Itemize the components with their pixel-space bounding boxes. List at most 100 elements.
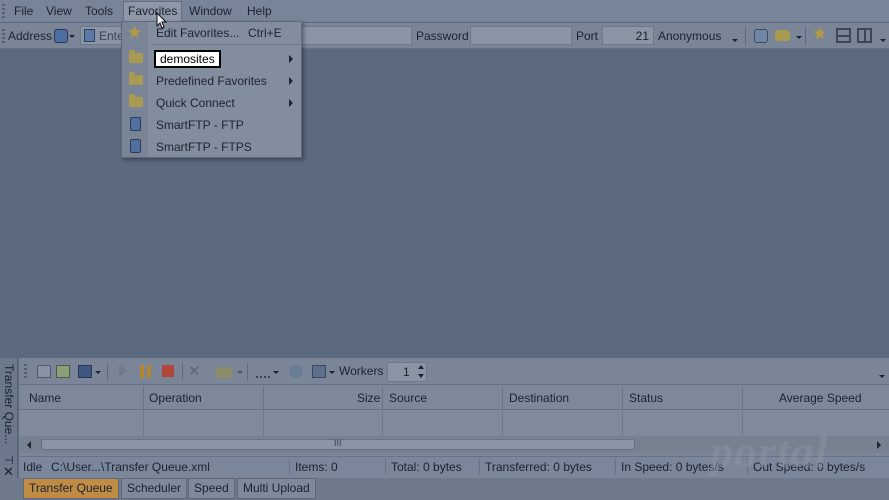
queue-settings-icon[interactable] <box>312 365 326 378</box>
open-folder-icon[interactable] <box>775 30 790 41</box>
tab-scheduler[interactable]: Scheduler <box>121 478 188 499</box>
menu-item-quick-connect[interactable]: Quick Connect <box>122 92 301 114</box>
grid-line <box>382 410 383 436</box>
address-label: Address <box>8 29 53 43</box>
host-placeholder: Ente <box>99 29 124 43</box>
protocol-icon[interactable] <box>54 29 68 43</box>
menu-window[interactable]: Window <box>189 3 232 20</box>
menu-item-smartftp-ftp[interactable]: SmartFTP - FTP <box>122 114 301 136</box>
tab-speed[interactable]: Speed <box>188 478 235 499</box>
chevron-down-icon[interactable] <box>69 35 75 38</box>
stop-icon[interactable] <box>162 365 174 377</box>
toolbar-grip[interactable] <box>24 364 27 378</box>
scroll-left-icon[interactable] <box>27 441 31 449</box>
toolbar-grip[interactable] <box>2 29 5 43</box>
bottom-tab-bar: Transfer Queue Scheduler Speed Multi Upl… <box>0 478 889 500</box>
clear-completed-icon[interactable] <box>256 365 270 378</box>
delete-icon[interactable]: ✕ <box>188 362 201 380</box>
schedule-icon[interactable] <box>289 365 303 378</box>
column-divider[interactable] <box>742 386 743 410</box>
toolbar-divider <box>745 27 746 45</box>
column-size[interactable]: Size <box>357 391 380 405</box>
stepper-down-icon[interactable] <box>418 374 424 378</box>
menu-item-demosites[interactable]: demosites <box>122 48 301 70</box>
folder-icon <box>129 94 143 107</box>
toolbar-divider <box>107 363 108 380</box>
workers-label: Workers <box>339 364 384 378</box>
menu-item-smartftp-ftps[interactable]: SmartFTP - FTPS <box>122 136 301 158</box>
pause-icon[interactable] <box>140 365 151 378</box>
menu-help[interactable]: Help <box>247 3 272 20</box>
ftp-icon <box>130 117 141 131</box>
column-divider[interactable] <box>263 386 264 410</box>
password-input[interactable] <box>470 26 572 45</box>
status-total: Total: 0 bytes <box>391 460 462 474</box>
menu-view[interactable]: View <box>46 3 72 20</box>
toolbar-overflow-icon[interactable] <box>879 375 885 378</box>
save-icon[interactable] <box>78 365 92 378</box>
toolbar-overflow-icon[interactable] <box>732 39 738 42</box>
split-horizontal-icon[interactable] <box>836 28 851 43</box>
menu-item-label: Quick Connect <box>156 96 235 110</box>
column-name[interactable]: Name <box>29 391 61 405</box>
column-operation[interactable]: Operation <box>149 391 202 405</box>
host-input-extended[interactable] <box>300 26 412 45</box>
tab-multi-upload[interactable]: Multi Upload <box>237 478 316 499</box>
column-average-speed[interactable]: Average Speed <box>779 391 862 405</box>
status-divider <box>289 459 290 474</box>
grid-line <box>502 410 503 436</box>
status-transferred: Transferred: 0 bytes <box>485 460 592 474</box>
column-status[interactable]: Status <box>629 391 663 405</box>
status-state: Idle <box>23 460 43 474</box>
menu-item-label: SmartFTP - FTP <box>156 118 244 132</box>
chevron-down-icon[interactable] <box>273 371 279 374</box>
host-input[interactable]: Ente <box>80 26 124 45</box>
toolbar-divider <box>805 27 806 45</box>
folder-icon <box>129 72 143 85</box>
column-divider[interactable] <box>382 386 383 410</box>
submenu-arrow-icon <box>289 77 293 85</box>
transfer-queue-side-tab[interactable]: Transfer Que... ⊣ ✕ <box>0 358 18 479</box>
menu-item-edit-favorites[interactable]: ★ Edit Favorites... Ctrl+E <box>122 22 301 44</box>
add-item-icon[interactable] <box>56 365 70 378</box>
connect-icon[interactable] <box>754 29 768 43</box>
transfer-queue-header: Name Operation Size Source Destination S… <box>19 386 889 410</box>
chevron-down-icon[interactable] <box>329 371 335 374</box>
column-destination[interactable]: Destination <box>509 391 569 405</box>
status-items: Items: 0 <box>295 460 338 474</box>
workers-stepper[interactable]: 1 <box>387 362 427 382</box>
menu-favorites[interactable]: Favorites <box>123 1 183 22</box>
scrollbar-thumb[interactable]: III <box>41 438 635 450</box>
menu-tools[interactable]: Tools <box>85 3 113 20</box>
favorites-dropdown: ★ Edit Favorites... Ctrl+E demosites Pre… <box>121 21 302 158</box>
chevron-down-icon[interactable] <box>95 371 101 374</box>
menu-item-predefined-favorites[interactable]: Predefined Favorites <box>122 70 301 92</box>
refresh-icon[interactable] <box>37 365 51 378</box>
host-icon <box>84 29 95 42</box>
folder-icon[interactable] <box>216 367 232 378</box>
column-divider[interactable] <box>622 386 623 410</box>
play-icon[interactable] <box>119 365 128 377</box>
chevron-down-icon[interactable] <box>237 371 243 374</box>
transfer-queue-toolbar: ✕ Workers 1 <box>19 358 889 385</box>
toolbar-overflow-icon[interactable] <box>880 39 886 42</box>
mouse-cursor-icon <box>156 12 168 29</box>
column-divider[interactable] <box>143 386 144 410</box>
scroll-right-icon[interactable] <box>877 441 881 449</box>
toolbar-grip[interactable] <box>2 4 5 18</box>
anonymous-checkbox-label[interactable]: Anonymous <box>658 29 721 43</box>
stepper-up-icon[interactable] <box>418 365 424 369</box>
password-label: Password <box>416 29 469 43</box>
port-label: Port <box>576 29 599 43</box>
split-vertical-icon[interactable] <box>857 28 872 43</box>
port-input[interactable]: 21 <box>602 26 654 45</box>
star-icon: ★ <box>127 23 143 42</box>
column-source[interactable]: Source <box>389 391 427 405</box>
grid-line <box>143 410 144 436</box>
menu-file[interactable]: File <box>14 3 33 20</box>
chevron-down-icon[interactable] <box>796 36 802 39</box>
tab-transfer-queue[interactable]: Transfer Queue <box>23 478 119 499</box>
column-divider[interactable] <box>502 386 503 410</box>
status-in-speed: In Speed: 0 bytes/s <box>621 460 724 474</box>
favorites-star-icon[interactable]: ★ <box>812 24 827 44</box>
